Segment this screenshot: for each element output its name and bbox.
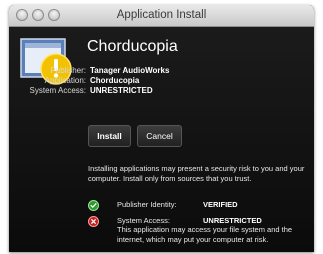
security-warning-text: Installing applications may present a se… [88, 164, 305, 183]
x-mark-icon [88, 216, 99, 227]
system-access-description: This application may access your file sy… [117, 225, 293, 244]
application-value: Chorducopia [90, 76, 140, 85]
cancel-button[interactable]: Cancel [137, 125, 182, 147]
system-access-check-label: System Access: [117, 216, 170, 225]
publisher-label: Publisher: [50, 66, 86, 75]
system-access-label: System Access: [29, 86, 86, 95]
install-window: Application Install Chorducopia Publishe… [9, 5, 314, 252]
publisher-identity-label: Publisher Identity: [117, 200, 177, 209]
system-access-value: UNRESTRICTED [90, 86, 153, 95]
title-bar[interactable]: Application Install [9, 5, 314, 27]
application-label: Application: [44, 76, 86, 85]
install-panel: Chorducopia Publisher: Tanager AudioWork… [9, 27, 314, 252]
checkmark-icon [88, 200, 99, 211]
app-name: Chorducopia [87, 38, 178, 55]
system-access-check-value: UNRESTRICTED [203, 216, 262, 225]
window-title: Application Install [116, 9, 207, 21]
publisher-value: Tanager AudioWorks [90, 66, 170, 75]
publisher-identity-value: VERIFIED [203, 200, 238, 209]
install-button[interactable]: Install [88, 125, 131, 147]
